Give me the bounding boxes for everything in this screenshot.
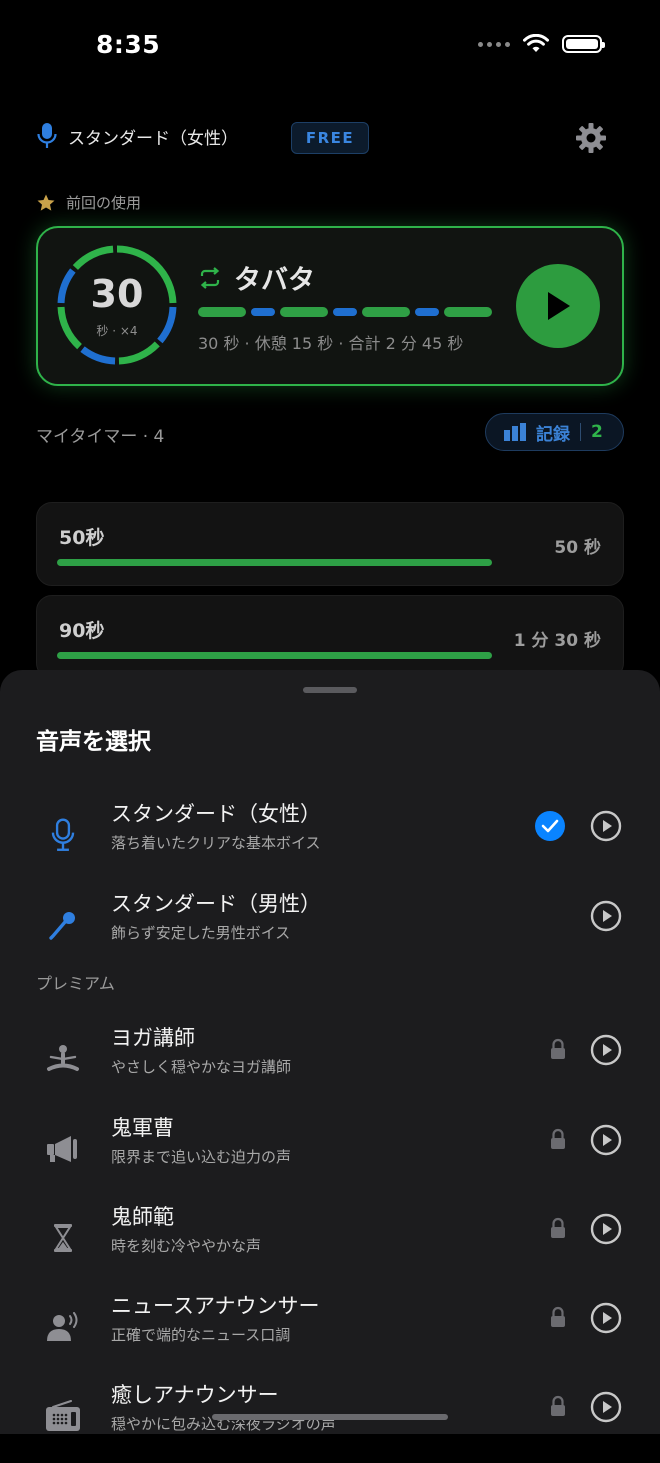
voice-option-healing[interactable]: 癒しアナウンサー 穏やかに包み込む深夜ラジオの声 [0,1379,660,1463]
preview-play-icon[interactable] [590,900,622,932]
lock-icon [551,1217,565,1238]
timer-card-90[interactable]: 90秒 1 分 30 秒 [36,595,624,679]
lock-icon [551,1038,565,1059]
plan-badge[interactable]: FREE [291,122,369,154]
preview-play-icon[interactable] [590,1034,622,1066]
home-indicator[interactable] [212,1414,448,1420]
voice-selector-label: スタンダード（女性） [68,128,238,149]
voice-description: やさしく穏やかなヨガ講師 [111,1058,292,1076]
voice-name: ニュースアナウンサー [111,1294,320,1318]
megaphone-icon [44,1130,82,1168]
round-subtitle: 秒 · ×4 [96,324,138,338]
voice-description: 落ち着いたクリアな基本ボイス [111,834,321,852]
ring-segment [118,341,160,365]
lock-icon [551,1306,565,1327]
recent-label: 前回の使用 [66,194,142,212]
lock-icon [551,1395,565,1416]
voice-option-news[interactable]: ニュースアナウンサー 正確で端的なニュース口調 [0,1290,660,1374]
lock-icon [551,1128,565,1149]
radio-icon [44,1397,82,1435]
preview-play-icon[interactable] [590,1391,622,1423]
voice-option-master[interactable]: 鬼師範 時を刻む冷ややかな声 [0,1201,660,1285]
hourglass-icon [44,1219,82,1257]
records-divider [580,423,581,441]
voice-selector[interactable]: スタンダード（女性） [36,122,238,150]
sheet-title: 音声を選択 [36,729,151,755]
voice-name: スタンダード（男性） [111,892,321,916]
status-icons [478,34,605,54]
voice-name: 癒しアナウンサー [111,1383,279,1407]
handheld-mic-icon [44,906,82,944]
microphone-icon [44,816,82,854]
voice-name: 鬼軍曹 [111,1116,174,1140]
timer-card-50[interactable]: 50秒 50 秒 [36,502,624,586]
records-count: 2 [591,422,603,442]
recent-timer-detail: 30 秒 · 休憩 15 秒 · 合計 2 分 45 秒 [198,334,464,353]
microphone-icon [37,123,57,148]
repeat-icon [200,266,220,289]
voice-description: 限界まで追い込む迫力の声 [111,1148,292,1166]
interval-segments [198,307,492,317]
recent-timer-title: タバタ [234,265,315,296]
wifi-icon [523,34,549,52]
voice-option-yoga[interactable]: ヨガ講師 やさしく穏やかなヨガ講師 [0,1022,660,1106]
sheet-grabber[interactable] [303,687,357,693]
timer-duration: 1 分 30 秒 [513,631,601,651]
voice-option-standard-male[interactable]: スタンダード（男性） 飾らず安定した男性ボイス [0,888,660,972]
selected-check-icon [535,811,565,841]
star-icon [37,194,55,211]
status-time: 8:35 [96,30,161,59]
ring-segment [80,346,116,365]
round-seconds: 30 [90,272,144,316]
voice-description: 正確で端的なニュース口調 [111,1326,291,1344]
announcer-icon [44,1308,82,1346]
voice-option-standard-female[interactable]: スタンダード（女性） 落ち着いたクリアな基本ボイス [0,798,660,882]
preview-play-icon[interactable] [590,1302,622,1334]
preview-play-icon[interactable] [590,810,622,842]
battery-icon [562,35,605,53]
premium-section-label: プレミアム [36,974,115,993]
voice-name: スタンダード（女性） [111,802,321,826]
voice-description: 時を刻む冷ややかな声 [111,1237,262,1255]
start-timer-button[interactable] [516,264,600,348]
timer-name: 90秒 [59,620,105,642]
ring-segment [72,245,114,270]
voice-description: 飾らず安定した男性ボイス [111,924,291,942]
preview-play-icon[interactable] [590,1124,622,1156]
records-button[interactable]: 記録 2 [485,413,624,451]
signal-icon [478,41,510,47]
meditation-icon [44,1040,82,1078]
recent-title-row: タバタ [198,258,315,297]
records-label: 記録 [536,424,570,445]
bar-chart-icon [504,423,526,441]
timer-progress-bar [57,559,492,566]
voice-option-drill-sergeant[interactable]: 鬼軍曹 限界まで追い込む迫力の声 [0,1112,660,1196]
voice-name: 鬼師範 [111,1205,174,1229]
timer-duration: 50 秒 [554,538,601,558]
timer-name: 50秒 [59,527,105,549]
voice-name: ヨガ講師 [111,1026,195,1050]
gear-icon[interactable] [575,122,607,154]
play-icon [548,292,570,320]
timer-progress-bar [57,652,492,659]
my-timers-heading: マイタイマー · 4 [36,427,165,447]
recent-header: 前回の使用 [36,192,141,213]
preview-play-icon[interactable] [590,1213,622,1245]
